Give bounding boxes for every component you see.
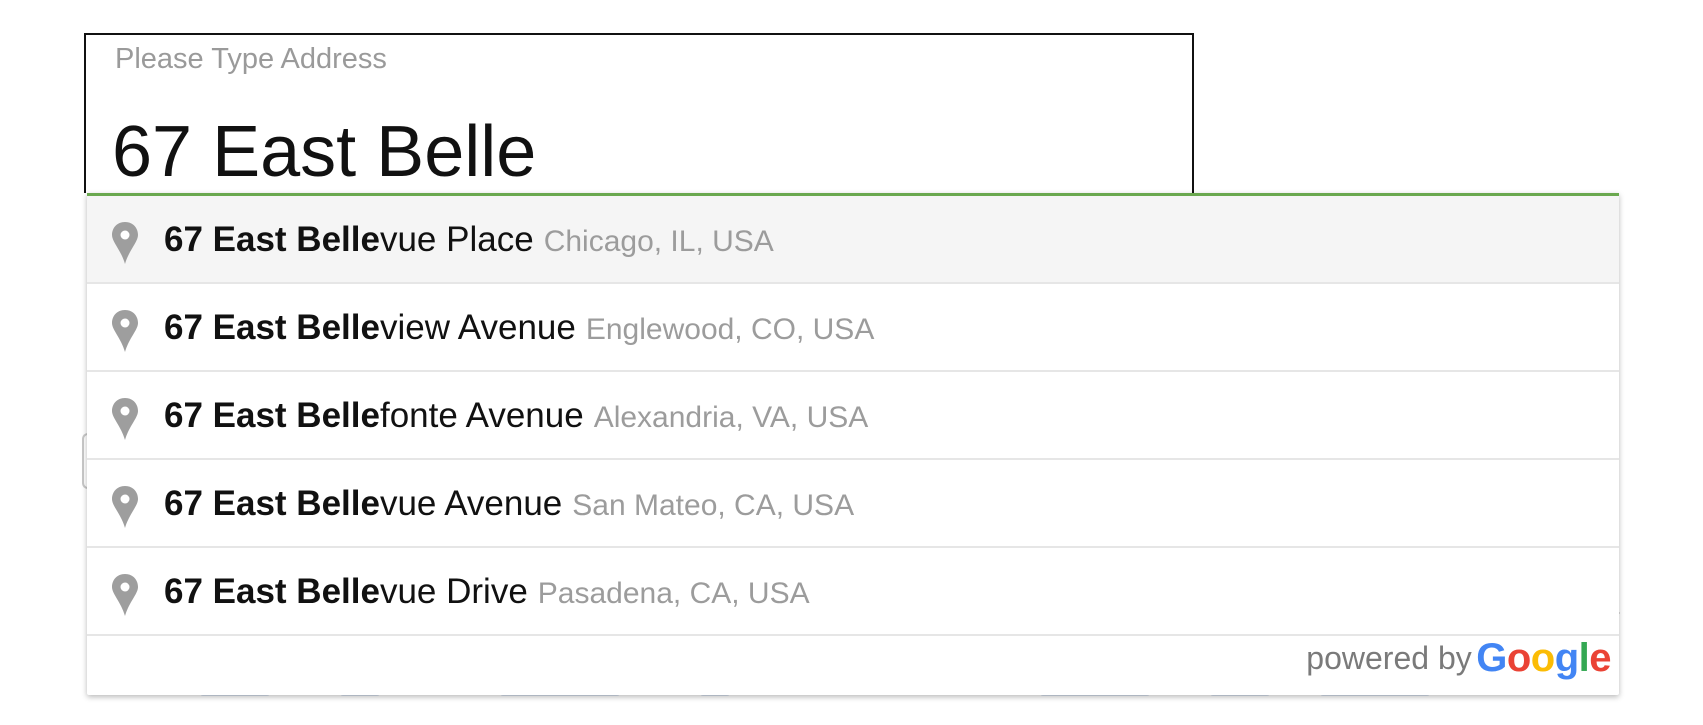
suggestion-main-text: 67 East Bellefonte Avenue bbox=[164, 396, 584, 435]
suggestion-item[interactable]: 67 East Bellefonte Avenue Alexandria, VA,… bbox=[87, 372, 1619, 460]
suggestion-matched-text: 67 East Belle bbox=[164, 308, 380, 347]
suggestion-matched-text: 67 East Belle bbox=[164, 484, 380, 523]
address-field[interactable]: Please Type Address bbox=[84, 33, 1194, 193]
address-field-label: Please Type Address bbox=[115, 43, 387, 75]
suggestion-rest-text: fonte Avenue bbox=[379, 396, 584, 435]
google-logo-letter: o bbox=[1506, 635, 1531, 680]
google-logo-letter: l bbox=[1578, 635, 1590, 680]
suggestion-rest-text: view Avenue bbox=[379, 308, 576, 347]
suggestion-secondary-text: Chicago, IL, USA bbox=[543, 225, 774, 258]
suggestion-rest-text: vue Place bbox=[379, 220, 534, 259]
autocomplete-dropdown: 67 East Bellevue Place Chicago, IL, USA 67… bbox=[87, 193, 1619, 695]
google-logo-letter: g bbox=[1554, 635, 1579, 680]
suggestion-main-text: 67 East Bellevue Drive bbox=[164, 572, 528, 611]
powered-by-text: powered by bbox=[1306, 639, 1472, 676]
page: Please Type Address 67 East Bellevue Pla… bbox=[0, 0, 1703, 725]
suggestion-rest-text: vue Avenue bbox=[379, 484, 563, 523]
suggestion-text: 67 East Bellevue Avenue San Mateo, CA, US… bbox=[164, 460, 854, 548]
map-pin-icon bbox=[110, 221, 140, 265]
suggestion-secondary-text: San Mateo, CA, USA bbox=[572, 489, 855, 522]
google-logo-letter: G bbox=[1476, 635, 1507, 680]
suggestion-item[interactable]: 67 East Bellevue Avenue San Mateo, CA, US… bbox=[87, 460, 1619, 548]
map-pin-icon bbox=[110, 573, 140, 617]
suggestion-matched-text: 67 East Belle bbox=[164, 572, 380, 611]
suggestion-matched-text: 67 East Belle bbox=[164, 396, 380, 435]
suggestion-secondary-text: Pasadena, CA, USA bbox=[537, 577, 810, 610]
google-logo-letter: o bbox=[1530, 635, 1555, 680]
suggestion-text: 67 East Belleview Avenue Englewood, CO, U… bbox=[164, 284, 874, 372]
google-logo-letter: e bbox=[1589, 635, 1611, 680]
suggestion-item[interactable]: 67 East Bellevue Drive Pasadena, CA, USA bbox=[87, 548, 1619, 636]
suggestion-matched-text: 67 East Belle bbox=[164, 220, 380, 259]
suggestion-main-text: 67 East Bellevue Place bbox=[164, 220, 534, 259]
suggestion-rest-text: vue Drive bbox=[379, 572, 528, 611]
suggestion-main-text: 67 East Bellevue Avenue bbox=[164, 484, 562, 523]
suggestion-text: 67 East Bellefonte Avenue Alexandria, VA,… bbox=[164, 372, 868, 460]
suggestion-main-text: 67 East Belleview Avenue bbox=[164, 308, 576, 347]
map-pin-icon bbox=[110, 485, 140, 529]
suggestion-secondary-text: Englewood, CO, USA bbox=[585, 313, 875, 346]
suggestion-item[interactable]: 67 East Bellevue Place Chicago, IL, USA bbox=[87, 196, 1619, 284]
map-pin-icon bbox=[110, 397, 140, 441]
suggestion-secondary-text: Alexandria, VA, USA bbox=[593, 401, 869, 434]
suggestion-item[interactable]: 67 East Belleview Avenue Englewood, CO, U… bbox=[87, 284, 1619, 372]
powered-by-google: powered by Google bbox=[1306, 635, 1611, 681]
address-input[interactable] bbox=[112, 111, 1112, 193]
suggestion-text: 67 East Bellevue Place Chicago, IL, USA bbox=[164, 196, 774, 284]
suggestion-text: 67 East Bellevue Drive Pasadena, CA, USA bbox=[164, 548, 810, 636]
google-logo: Google bbox=[1476, 636, 1611, 680]
map-pin-icon bbox=[110, 309, 140, 353]
